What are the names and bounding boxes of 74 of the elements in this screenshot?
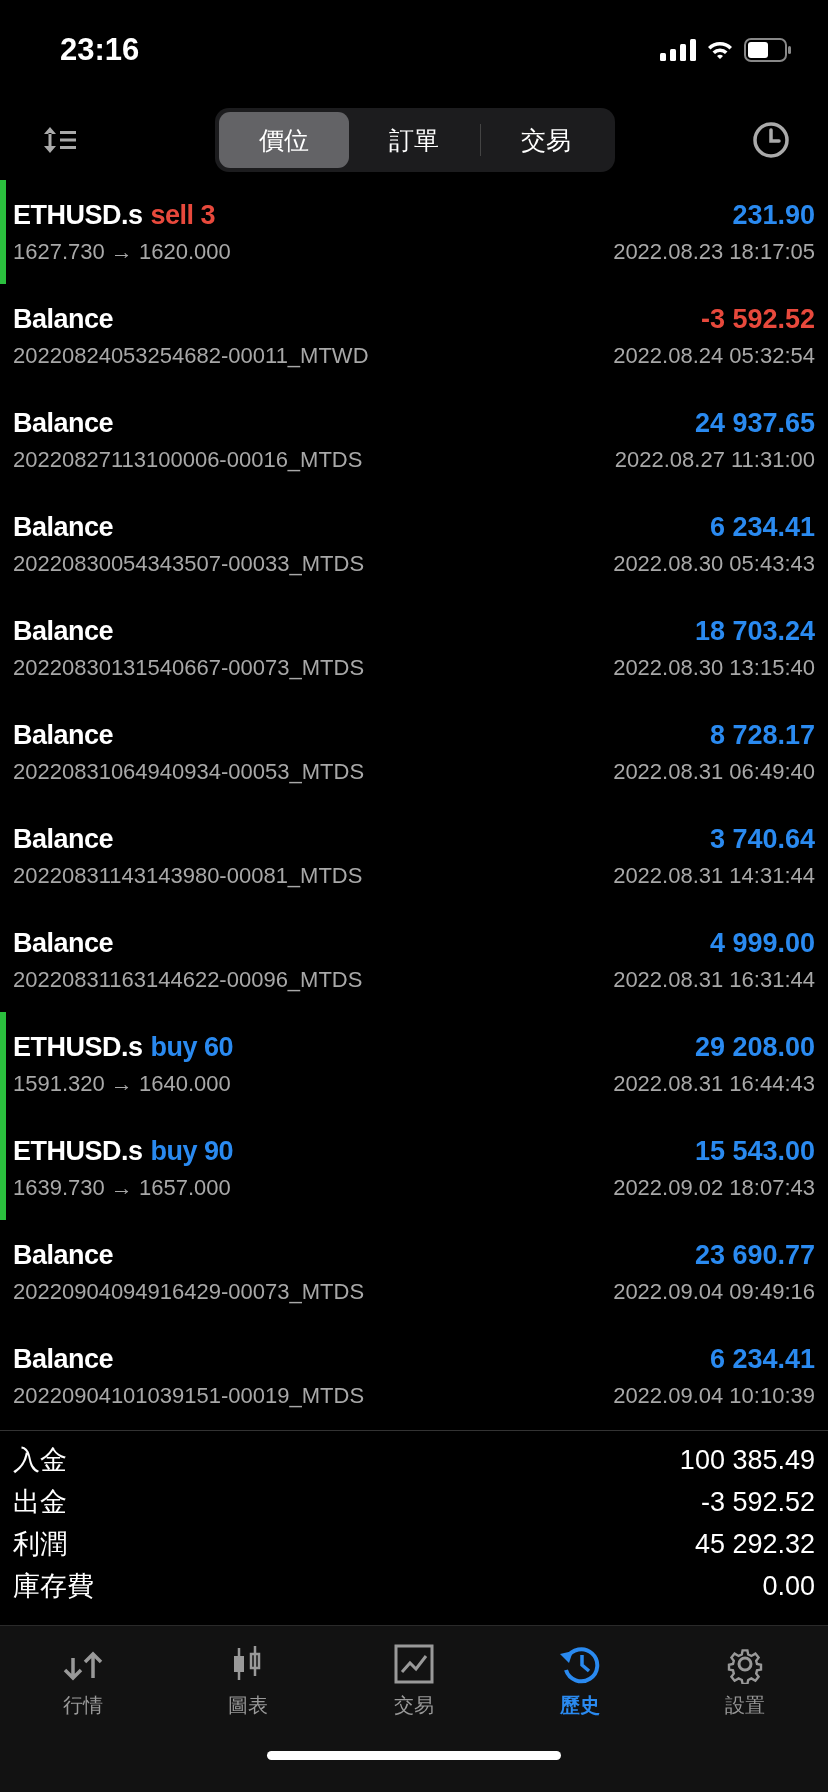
amount-label: 8 728.17 [709,719,815,751]
detail-label: 1627.730 → 1620.000 [13,238,231,265]
amount-label: 6 234.41 [709,511,815,543]
summary-label: 利潤 [13,1528,67,1561]
amount-label: 231.90 [732,199,815,231]
line-chart-icon [392,1644,436,1684]
summary-label: 入金 [13,1444,67,1477]
symbol-label: ETHUSD.s [13,1031,143,1063]
symbol-label: Balance [13,1239,114,1271]
clock-icon[interactable] [752,121,790,159]
segment-tab[interactable]: 交易 [480,112,611,168]
tab-item[interactable]: 行情 [0,1640,166,1723]
wifi-icon [706,39,734,61]
symbol-label: ETHUSD.s [13,1135,143,1167]
symbol-label: Balance [13,823,114,855]
tab-item[interactable]: 圖表 [165,1640,332,1723]
segment-tab[interactable]: 價位 [219,112,350,168]
detail-label: 20220831163144622-00096_MTDS [13,966,363,993]
order-label: sell 3 [150,199,216,231]
tab-item[interactable]: 歷史 [496,1640,663,1723]
symbol-label: ETHUSD.s [13,199,143,231]
detail-label: 20220824053254682-00011_MTWD [13,342,369,369]
time-label: 2022.08.31 14:31:44 [613,862,815,889]
detail-label: 20220830054343507-00033_MTDS [13,550,365,577]
order-label: buy 90 [150,1135,234,1167]
amount-label: 6 234.41 [709,1343,815,1375]
amount-label: -3 592.52 [700,303,815,335]
summary-value: 45 292.32 [694,1528,815,1560]
order-label: buy 60 [150,1031,234,1063]
time-label: 2022.09.04 10:10:39 [613,1382,815,1409]
time-label: 2022.09.02 18:07:43 [613,1174,815,1201]
detail-label: 1591.320 → 1640.000 [13,1070,231,1097]
symbol-label: Balance [13,615,114,647]
time-label: 2022.08.24 05:32:54 [613,342,815,369]
time-label: 2022.08.31 06:49:40 [613,758,815,785]
symbol-label: Balance [13,1343,114,1375]
summary-value: 0.00 [762,1570,815,1602]
symbol-label: Balance [13,303,114,335]
symbol-label: Balance [13,719,114,751]
segment-tab[interactable]: 訂單 [349,112,480,168]
detail-label: 20220904101039151-00019_MTDS [13,1382,365,1409]
detail-label: 1639.730 → 1657.000 [13,1174,231,1201]
detail-label: 20220831064940934-00053_MTDS [13,758,365,785]
amount-label: 3 740.64 [709,823,815,855]
summary-label: 庫存費 [13,1570,94,1603]
amount-label: 4 999.00 [709,927,815,959]
signal-icon [660,39,696,61]
time-label: 2022.09.04 09:49:16 [613,1278,815,1305]
amount-label: 15 543.00 [694,1135,815,1167]
summary-value: -3 592.52 [700,1486,815,1518]
symbol-label: Balance [13,511,114,543]
time-label: 2022.08.31 16:31:44 [613,966,815,993]
tab-item[interactable]: 交易 [331,1640,497,1723]
detail-label: 20220904094916429-00073_MTDS [13,1278,365,1305]
time-label: 2022.08.23 18:17:05 [613,238,815,265]
amount-label: 23 690.77 [694,1239,815,1271]
status-time: 23:16 [60,32,140,68]
amount-label: 18 703.24 [694,615,815,647]
symbol-label: Balance [13,927,114,959]
sort-icon[interactable] [42,125,78,155]
detail-label: 20220830131540667-00073_MTDS [13,654,365,681]
detail-label: 20220827113100006-00016_MTDS [13,446,363,473]
time-label: 2022.08.30 05:43:43 [613,550,815,577]
time-label: 2022.08.27 11:31:00 [614,446,815,473]
tab-item[interactable]: 設置 [662,1640,828,1723]
summary-label: 出金 [13,1486,67,1519]
battery-icon [744,38,792,62]
time-label: 2022.08.30 13:15:40 [613,654,815,681]
summary-value: 100 385.49 [679,1444,815,1476]
amount-label: 29 208.00 [694,1031,815,1063]
symbol-label: Balance [13,407,114,439]
detail-label: 20220831143143980-00081_MTDS [13,862,363,889]
amount-label: 24 937.65 [694,407,815,439]
time-label: 2022.08.31 16:44:43 [613,1070,815,1097]
